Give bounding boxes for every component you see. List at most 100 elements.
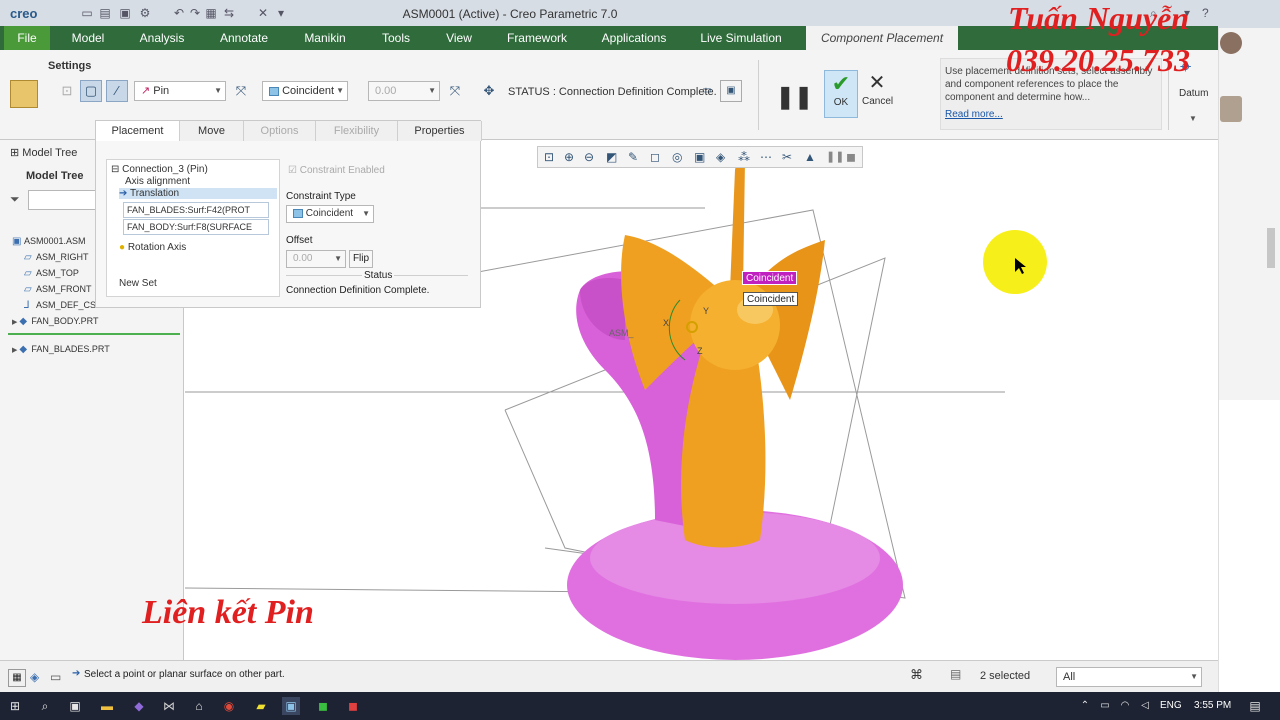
search-icon[interactable]: ⌕ [36,697,54,715]
tree-item-asm-def-cs[interactable]: ⅃ ASM_DEF_CS [24,300,96,311]
camtasia-icon[interactable]: ◼ [314,697,332,715]
flip-button[interactable]: Flip [349,250,373,268]
saved-views-icon[interactable]: ◎ [672,150,682,164]
constraint-type-select[interactable]: Coincident ▼ [286,205,374,223]
visual-studio-icon[interactable]: ⋈ [160,697,178,715]
user-defined-icon[interactable]: ⊡ [56,80,78,102]
scrollbar-thumb[interactable] [1267,228,1275,268]
display-style-icon[interactable]: ▣ [694,150,705,164]
tab-flexibility[interactable]: Flexibility [316,121,398,141]
play-icon[interactable]: ▲ [804,150,816,164]
tab-manikin[interactable]: Manikin [290,26,360,50]
reference-2[interactable]: FAN_BODY:Surf:F8(SURFACE [123,219,269,235]
tab-move[interactable]: Move [180,121,244,141]
tree-item-asm[interactable]: ▣ ASM0001.ASM [12,236,86,247]
tree-item-asm-front[interactable]: ▱ ASM_FRONT [24,284,92,295]
battery-icon[interactable]: ▭ [1096,697,1114,715]
zoom-out-icon[interactable]: ⊖ [584,150,594,164]
tab-options[interactable]: Options [244,121,316,141]
tab-applications[interactable]: Applications [588,26,680,50]
offset-field[interactable]: 0.00 ▼ [286,250,346,268]
fan-blades-part[interactable] [621,160,825,548]
assembly-window-icon[interactable]: ▣ [720,80,742,102]
coincident-callout[interactable]: Coincident [743,292,799,306]
connection-type-select[interactable]: ↗ Pin ▼ [134,81,226,101]
datum-label[interactable]: Datum [1179,88,1208,99]
tab-file[interactable]: File [4,26,50,50]
separate-window-icon[interactable]: ▭ [696,80,718,102]
tab-tools[interactable]: Tools [366,26,426,50]
clock[interactable]: 3:55 PM [1194,700,1231,711]
binoculars-icon[interactable]: ⌘ [910,667,923,683]
sticky-notes-icon[interactable]: ▰ [252,697,270,715]
translation-item[interactable]: ➔ Translation [119,188,277,199]
reference-1[interactable]: FAN_BLADES:Surf:F42(PROT [123,202,269,218]
constraint-select[interactable]: Coincident ▼ [262,81,348,101]
notification-icon[interactable]: ▤ [1246,697,1264,715]
recorder-icon[interactable]: ◼ [344,697,362,715]
file-explorer-icon[interactable]: ▬ [98,697,116,715]
model-tree-tab[interactable]: ⊞ Model Tree [10,146,77,159]
app-icon[interactable]: ◆ [130,697,148,715]
ok-button[interactable]: ✔ OK [824,70,858,118]
connection-item[interactable]: ⊟ Connection_3 (Pin) [111,164,208,175]
selection-icon[interactable]: ▤ [950,667,961,681]
tab-framework[interactable]: Framework [492,26,582,50]
offset-input[interactable]: 0.00 ▼ [368,81,440,101]
rotation-axis-item[interactable]: ● Rotation Axis [119,242,186,253]
perspective-icon[interactable]: ◈ [716,150,725,164]
coincident-callout-active[interactable]: Coincident [742,271,798,285]
model-icon[interactable]: ◈ [30,670,39,684]
repaint-icon[interactable]: ◩ [606,150,617,164]
app-icon[interactable]: ⌂ [190,697,208,715]
chevron-up-icon[interactable]: ⌃ [1076,697,1094,715]
placement-icon[interactable] [10,80,38,108]
tree-search-input[interactable] [28,190,98,210]
datum-display-icon[interactable]: ⁂ [738,150,750,164]
tree-item-asm-top[interactable]: ▱ ASM_TOP [24,268,79,279]
view-normal-icon[interactable]: ◻ [650,150,660,164]
constraint-enabled-checkbox[interactable]: ☑ Constraint Enabled [288,165,385,176]
flip-constraint-icon[interactable]: ⤧ [230,80,252,102]
chrome-icon[interactable]: ◉ [220,697,238,715]
selection-filter[interactable]: All ▼ [1056,667,1202,687]
wifi-icon[interactable]: ◠ [1116,697,1134,715]
window-icon[interactable]: ▭ [50,670,61,684]
pause-icon[interactable]: ❚❚ [776,84,813,110]
flip-offset-icon[interactable]: ⤧ [444,80,466,102]
creo-taskbar-icon[interactable]: ▣ [282,697,300,715]
flexible-icon[interactable]: ∕ [106,80,128,102]
language-indicator[interactable]: ENG [1160,700,1182,711]
new-set-link[interactable]: New Set [119,278,157,289]
read-more-link[interactable]: Read more... [945,108,1157,121]
tree-item-asm-right[interactable]: ▱ ASM_RIGHT [24,252,89,263]
selected-count[interactable]: 2 selected [980,670,1030,682]
help-icon[interactable]: ? [1202,6,1209,20]
tab-analysis[interactable]: Analysis [126,26,198,50]
stop-icon[interactable]: ◼ [846,150,856,164]
pause-icon[interactable]: ❚❚ [826,150,844,163]
tab-properties[interactable]: Properties [398,121,482,141]
spin-icon[interactable]: ✂ [782,150,792,164]
rigid-icon[interactable]: ▢ [80,80,102,102]
grid-icon[interactable]: ▦ [8,669,26,687]
volume-icon[interactable]: ◁ [1136,697,1154,715]
filter-icon[interactable]: ⏷ [10,192,20,207]
tab-view[interactable]: View [432,26,486,50]
tab-live-simulation[interactable]: Live Simulation [686,26,796,50]
tree-item-fan-blades[interactable]: ▶ ◆ FAN_BLADES.PRT [12,344,110,355]
tab-model[interactable]: Model [56,26,120,50]
zoom-in-icon[interactable]: ⊕ [564,150,574,164]
chevron-down-icon[interactable]: ▼ [1189,114,1197,123]
tab-component-placement[interactable]: Component Placement [806,26,958,50]
tab-placement[interactable]: Placement [96,121,180,141]
windows-start-icon[interactable]: ⊞ [6,697,24,715]
cancel-button[interactable]: ✕ Cancel [862,70,893,118]
move-component-icon[interactable]: ✥ [478,80,500,102]
refit-icon[interactable]: ⊡ [544,150,554,164]
annotation-display-icon[interactable]: ⋯ [760,150,772,164]
axis-alignment-item[interactable]: Axis alignment [125,176,190,187]
spin-center-icon[interactable]: ✎ [628,150,638,164]
tab-annotate[interactable]: Annotate [204,26,284,50]
tree-item-fan-body[interactable]: ▶ ◆ FAN_BODY.PRT [12,316,99,327]
